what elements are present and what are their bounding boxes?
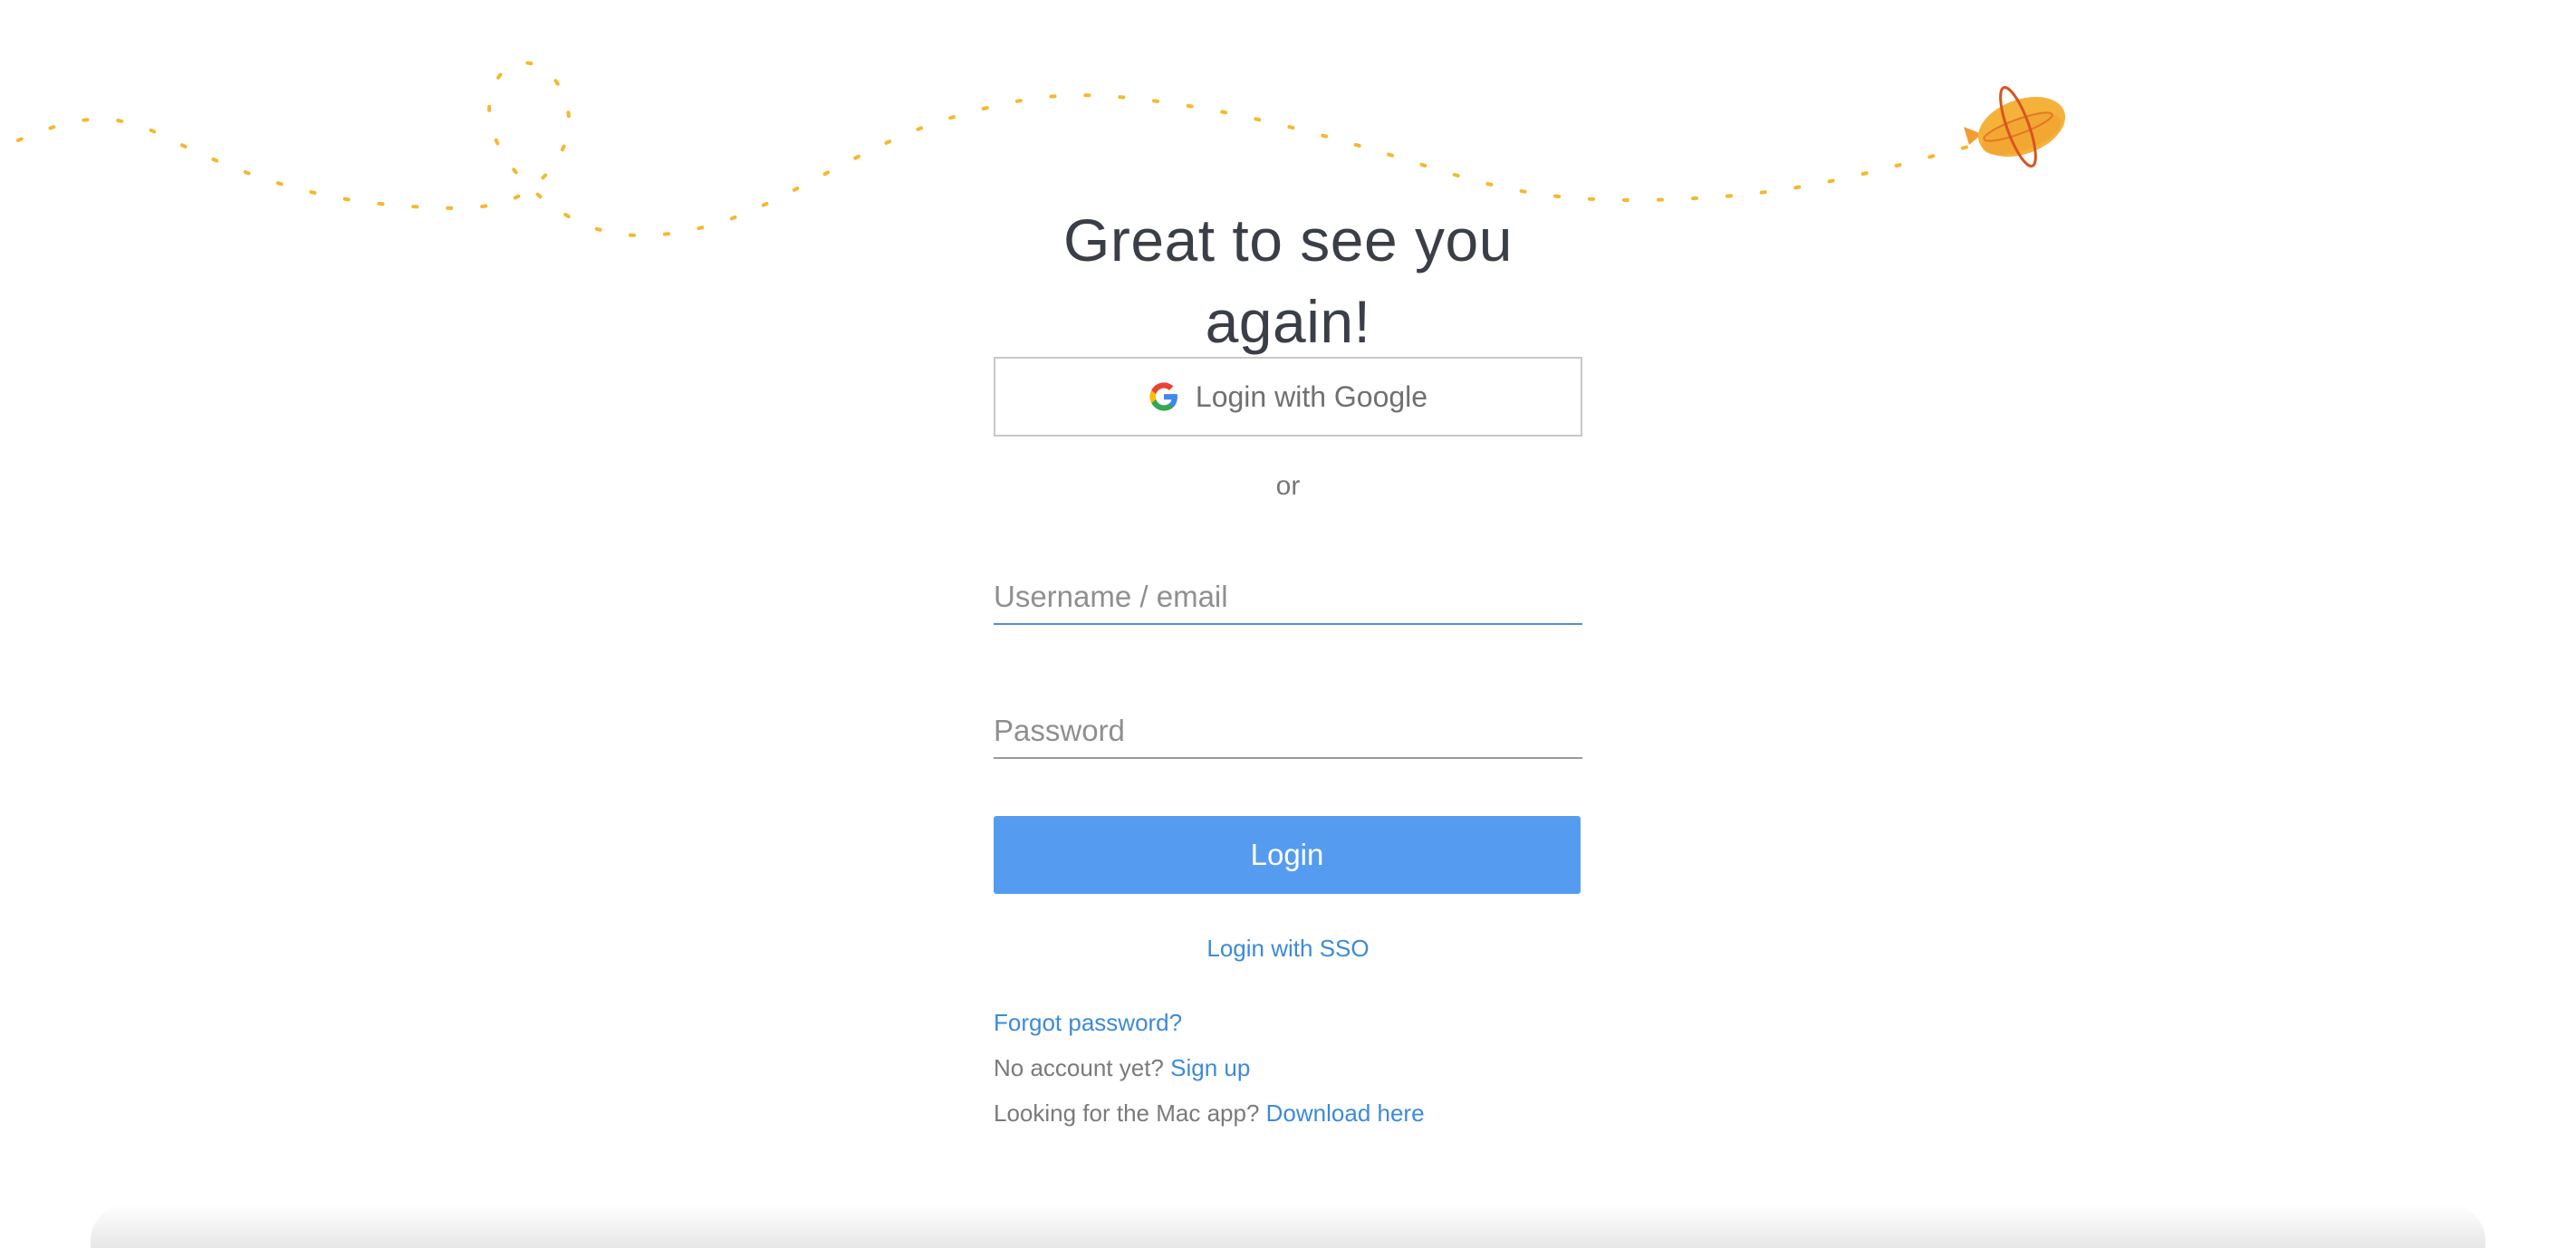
zeplin-blimp-icon [1964,86,2066,168]
google-button-label: Login with Google [1195,379,1428,413]
page-title: Great to see you again! [1063,206,1513,355]
google-icon [1149,382,1177,411]
forgot-password-link[interactable]: Forgot password? [994,1009,1182,1036]
sign-up-link[interactable]: Sign up [1170,1054,1250,1081]
login-form: Great to see you again! Login with Googl… [994,199,1582,1127]
mac-app-prompt: Looking for the Mac app? [994,1099,1260,1127]
password-field[interactable] [994,705,1582,759]
bottom-shadow-decoration [91,1205,2485,1248]
username-email-field[interactable] [994,571,1582,625]
or-divider: or [1275,471,1301,501]
signup-prompt: No account yet? [994,1054,1164,1081]
download-mac-app-link[interactable]: Download here [1266,1099,1425,1127]
account-links: Forgot password? No account yet? Sign up… [994,1000,1425,1136]
login-button[interactable]: Login [994,816,1581,894]
login-with-google-button[interactable]: Login with Google [994,357,1582,437]
login-with-sso-link[interactable]: Login with SSO [994,935,1582,963]
